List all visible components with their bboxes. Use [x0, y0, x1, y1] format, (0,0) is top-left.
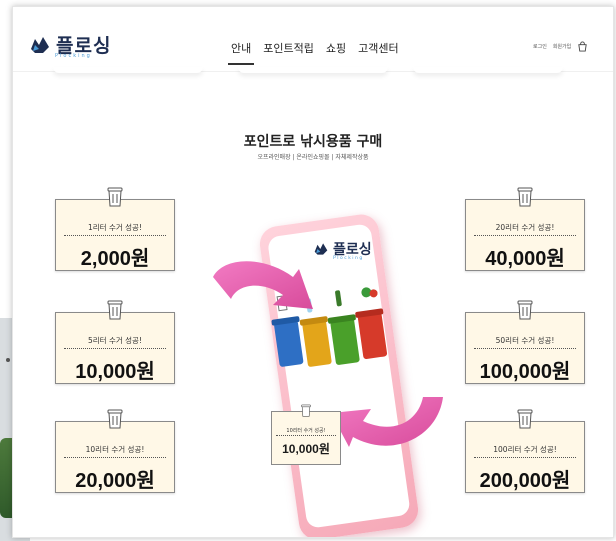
card-divider [276, 435, 336, 436]
nav-item-shop[interactable]: 쇼핑 [326, 40, 346, 65]
reward-card: 5리터 수거 성공! 10,000원 [55, 300, 175, 384]
utility-menu: 로그인 회원가입 [533, 41, 588, 52]
reward-card: 1리터 수거 성공! 2,000원 [55, 187, 175, 271]
trash-bin-icon [107, 187, 123, 207]
reward-card-caption: 10리터 수거 성공! [85, 445, 145, 454]
login-link[interactable]: 로그인 [533, 43, 547, 50]
trash-bin-icon [517, 187, 533, 207]
card-divider [64, 348, 166, 349]
trash-bin-icon [517, 409, 533, 429]
card-divider [64, 457, 166, 458]
reward-card-caption: 5리터 수거 성공! [88, 336, 142, 345]
reward-card-caption: 50리터 수거 성공! [495, 336, 555, 345]
trash-bin-icon [107, 409, 123, 429]
reward-card-amount: 100,000원 [479, 361, 571, 383]
reward-card-amount: 200,000원 [479, 470, 571, 492]
trash-bin-icon [107, 300, 123, 320]
reward-card-caption: 1리터 수거 성공! [88, 223, 142, 232]
card-divider [474, 348, 576, 349]
trash-bin-icon [517, 300, 533, 320]
reward-card-amount: 10,000원 [75, 361, 155, 383]
fish-logo-icon [314, 243, 328, 255]
reward-card-amount: 40,000원 [485, 248, 565, 270]
section-subtitle: 오프라인매장 | 온라인쇼핑몰 | 자체제작상품 [257, 154, 369, 161]
dropdown-hint-shadow [53, 67, 203, 73]
signup-link[interactable]: 회원가입 [553, 43, 571, 50]
section-title: 포인트로 낚시용품 구매 [243, 134, 383, 150]
nav-item-points[interactable]: 포인트적립 [263, 40, 314, 65]
reward-card-amount: 2,000원 [80, 248, 150, 270]
fish-logo-icon [31, 36, 49, 53]
phone-brand-tagline: Plocking [333, 256, 364, 261]
card-divider [474, 457, 576, 458]
shopping-bag-icon[interactable] [577, 41, 588, 52]
reward-card: 10리터 수거 성공! 20,000원 [55, 409, 175, 493]
reward-card-caption: 20리터 수거 성공! [495, 223, 555, 232]
card-divider [64, 235, 166, 236]
reward-card: 20리터 수거 성공! 40,000원 [465, 187, 585, 271]
reward-card: 50리터 수거 성공! 100,000원 [465, 300, 585, 384]
dropdown-hint-shadow [413, 67, 563, 73]
trash-bin-icon [301, 404, 311, 417]
brand-tagline: Plocking [55, 53, 92, 59]
card-divider [474, 235, 576, 236]
background-dot [6, 358, 10, 362]
reward-card-amount: 20,000원 [75, 470, 155, 492]
recycling-bins-illustration [271, 287, 388, 367]
page-slide: 플로싱 Plocking 안내 포인트적립 쇼핑 고객센터 로그인 회원가입 포… [12, 6, 614, 538]
dropdown-hint-shadow [238, 67, 388, 73]
phone-card-amount: 10,000원 [282, 442, 330, 456]
phone-reward-card: 10리터 수거 성공! 10,000원 [271, 404, 341, 465]
main-nav: 안내 포인트적립 쇼핑 고객센터 [227, 40, 399, 65]
brand-logo[interactable]: 플로싱 Plocking [29, 31, 111, 59]
nav-item-support[interactable]: 고객센터 [358, 40, 398, 65]
phone-card-caption: 10리터 수거 성공! [286, 428, 326, 434]
reward-card-caption: 100리터 수거 성공! [493, 445, 557, 454]
reward-card: 100리터 수거 성공! 200,000원 [465, 409, 585, 493]
nav-item-guide[interactable]: 안내 [227, 40, 255, 65]
